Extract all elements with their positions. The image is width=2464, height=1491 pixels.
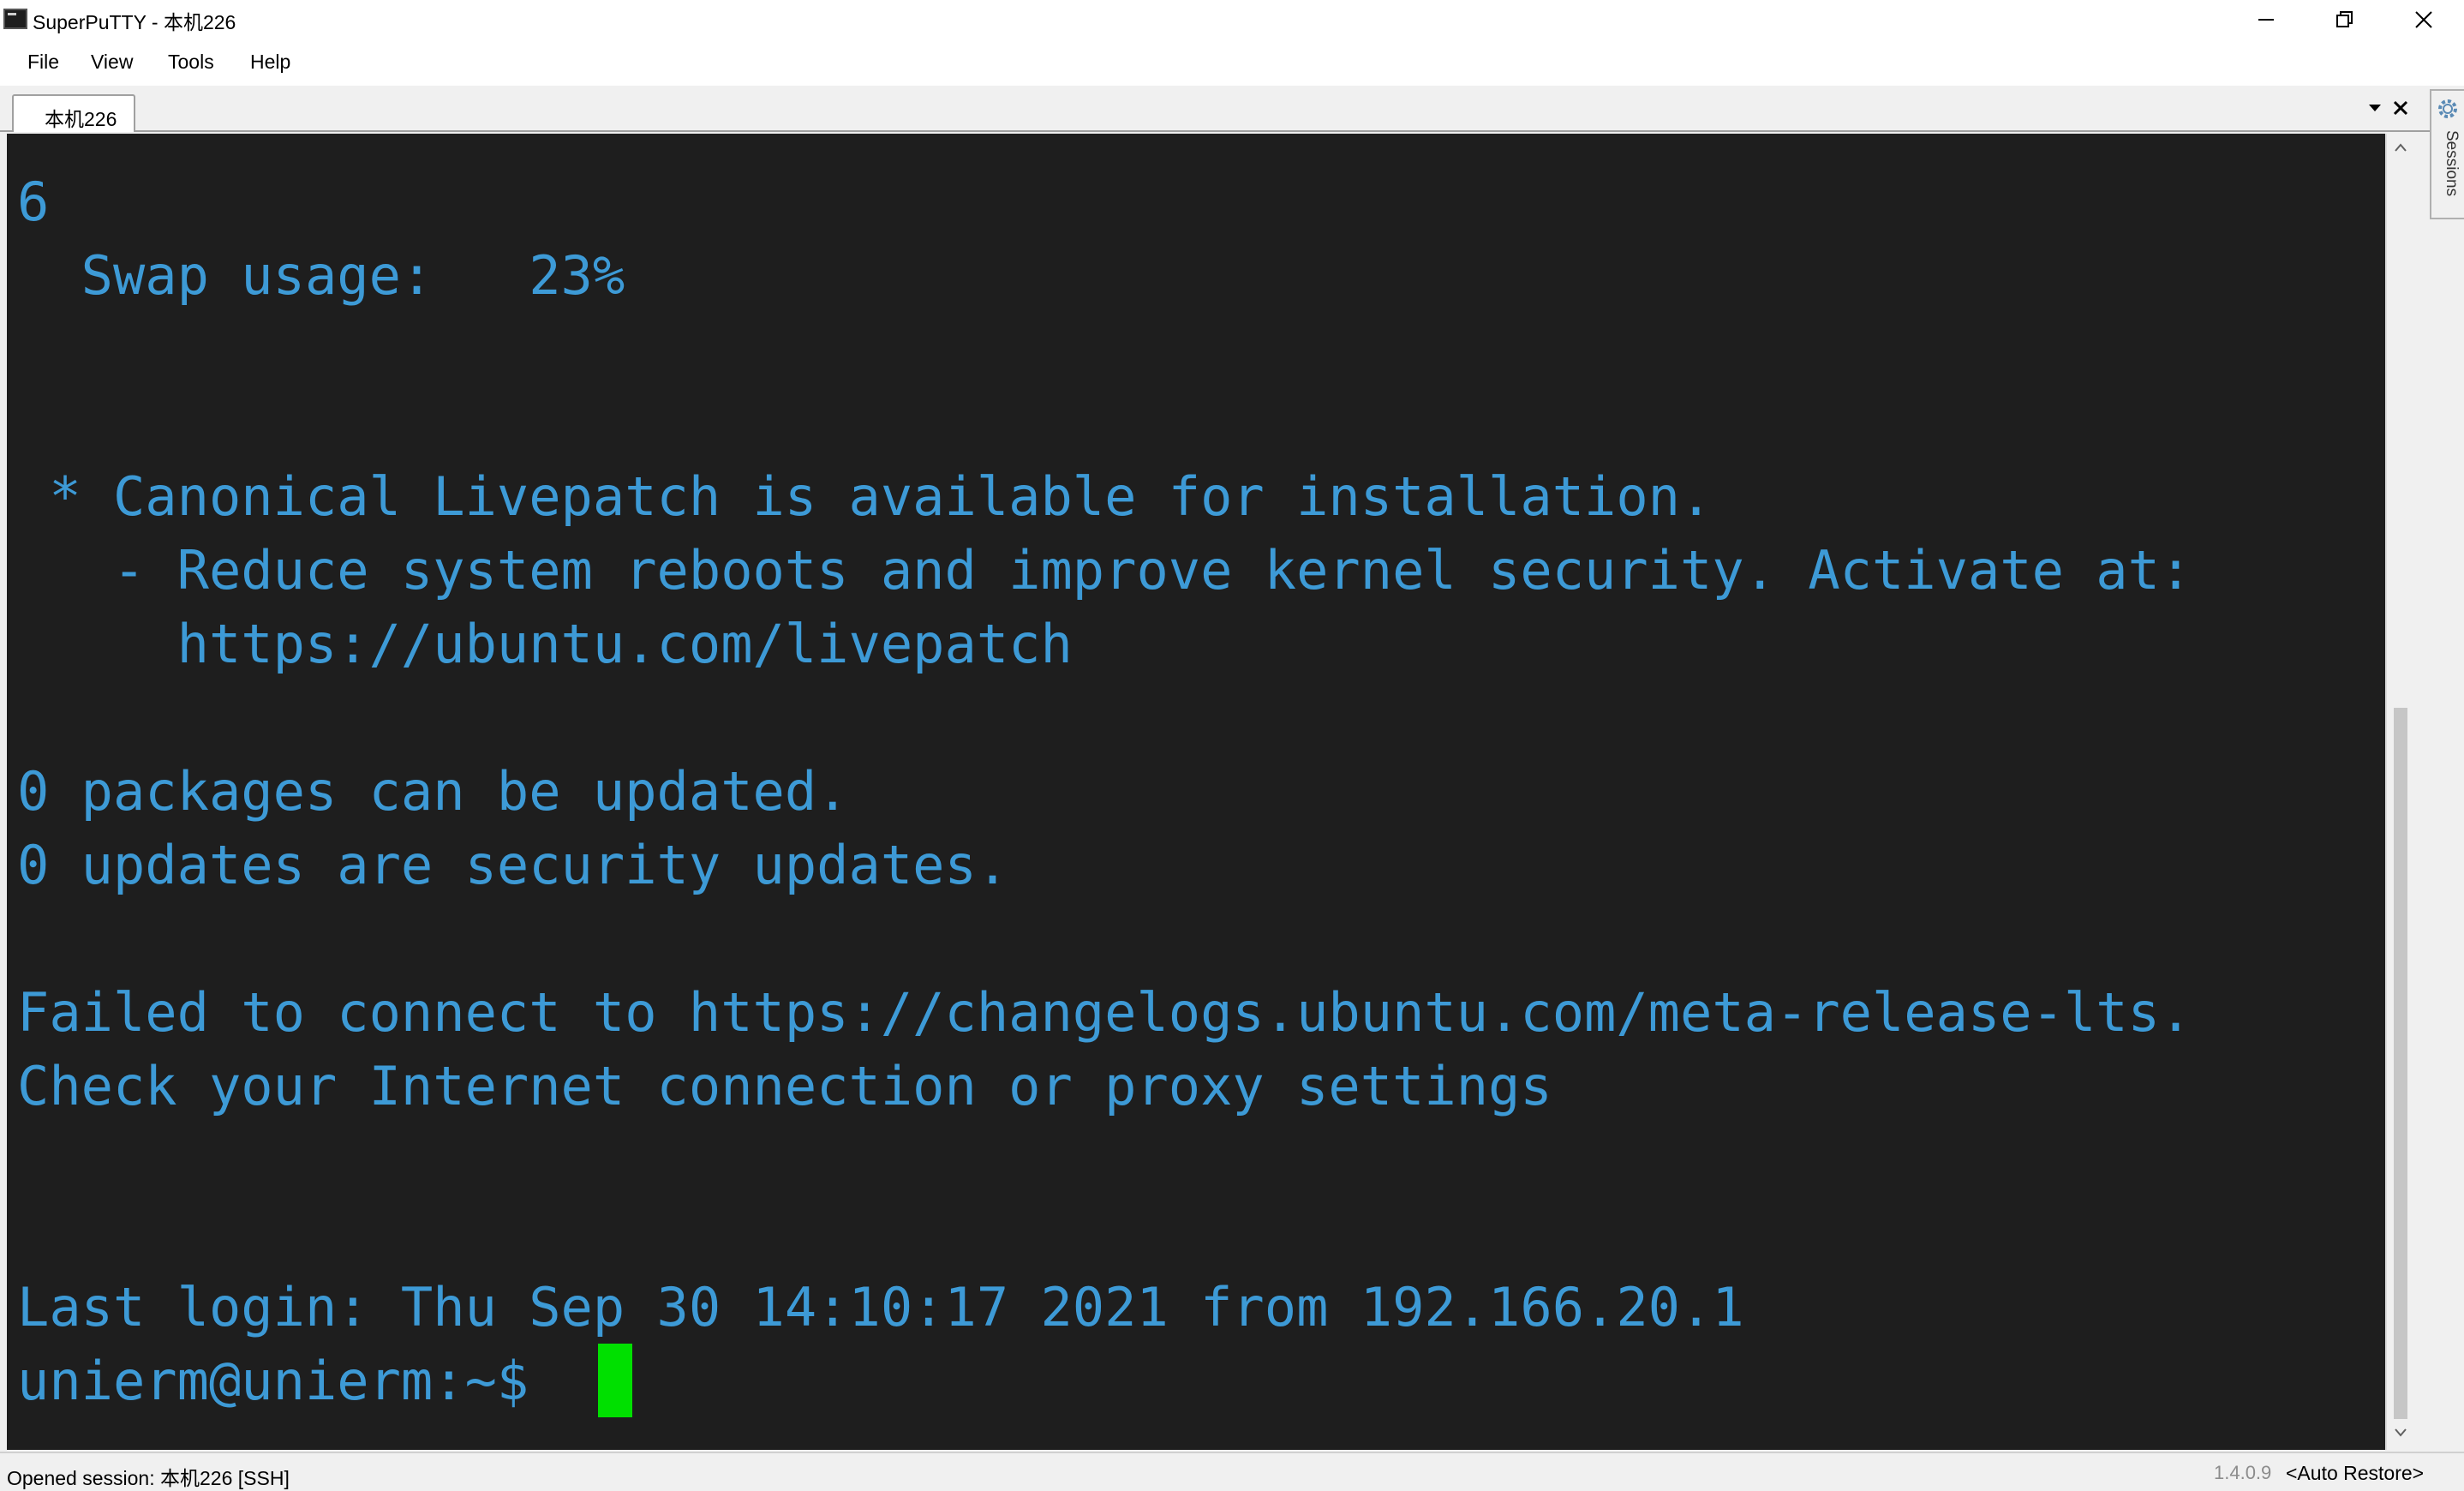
terminal-line: https://ubuntu.com/livepatch	[17, 613, 1073, 675]
menu-bar: File View Tools Help	[0, 39, 2464, 86]
terminal-line: Check your Internet connection or proxy …	[17, 1055, 1552, 1117]
version-label: 1.4.0.9	[2214, 1462, 2272, 1483]
terminal-prompt: unierm@unierm:~$	[17, 1350, 561, 1412]
terminal-scrollbar[interactable]	[2385, 134, 2414, 1450]
menu-help[interactable]: Help	[250, 51, 290, 74]
tab-session[interactable]: 本机226	[12, 94, 135, 132]
chevron-down-icon	[2395, 1428, 2407, 1437]
tab-list-button[interactable]	[2363, 96, 2387, 120]
terminal-line: * Canonical Livepatch is available for i…	[17, 465, 1713, 528]
sessions-label: Sessions	[2443, 130, 2461, 197]
terminal-line: Last login: Thu Sep 30 14:10:17 2021 fro…	[17, 1276, 1744, 1338]
menu-tools[interactable]: Tools	[168, 51, 214, 74]
restore-button[interactable]	[2306, 0, 2383, 39]
gear-icon	[2438, 99, 2457, 118]
terminal-line: Swap usage: 23%	[17, 244, 625, 307]
terminal-line: - Reduce system reboots and improve kern…	[17, 539, 2192, 602]
status-bar: Opened session: 本机226 [SSH] 1.4.0.9 <Aut…	[0, 1452, 2464, 1491]
window-title: SuperPuTTY - 本机226	[33, 11, 236, 33]
chevron-up-icon	[2395, 143, 2407, 152]
close-window-button[interactable]	[2385, 0, 2462, 39]
terminal-line: 0 packages can be updated.	[17, 760, 849, 823]
terminal-cursor	[598, 1344, 632, 1417]
title-bar: SuperPuTTY - 本机226	[0, 0, 2464, 39]
tab-label: 本机226	[45, 108, 117, 130]
minimize-button[interactable]	[2228, 0, 2305, 39]
terminal-line: 0 updates are security updates.	[17, 834, 1009, 896]
scroll-down-button[interactable]	[2392, 1424, 2409, 1441]
close-tab-button[interactable]	[2389, 96, 2413, 120]
sessions-panel-tab[interactable]: Sessions	[2430, 89, 2464, 219]
restore-icon	[2336, 11, 2353, 27]
close-tab-icon	[2393, 100, 2408, 116]
scroll-thumb[interactable]	[2394, 708, 2407, 1419]
tab-strip: 本机226	[0, 86, 2430, 132]
dropdown-icon	[2369, 105, 2381, 111]
scroll-up-button[interactable]	[2392, 139, 2409, 156]
app-icon	[3, 9, 27, 29]
menu-view[interactable]: View	[91, 51, 133, 74]
terminal-line: Failed to connect to https://changelogs.…	[17, 981, 2192, 1044]
menu-file[interactable]: File	[27, 51, 59, 74]
minimize-icon	[2258, 19, 2274, 21]
terminal-output[interactable]: 6 Swap usage: 23% * Canonical Livepatch …	[7, 134, 2385, 1450]
layout-label[interactable]: <Auto Restore>	[2286, 1462, 2424, 1485]
close-icon	[2415, 11, 2432, 28]
terminal-line: 6	[17, 171, 50, 233]
status-message: Opened session: 本机226 [SSH]	[7, 1467, 290, 1489]
